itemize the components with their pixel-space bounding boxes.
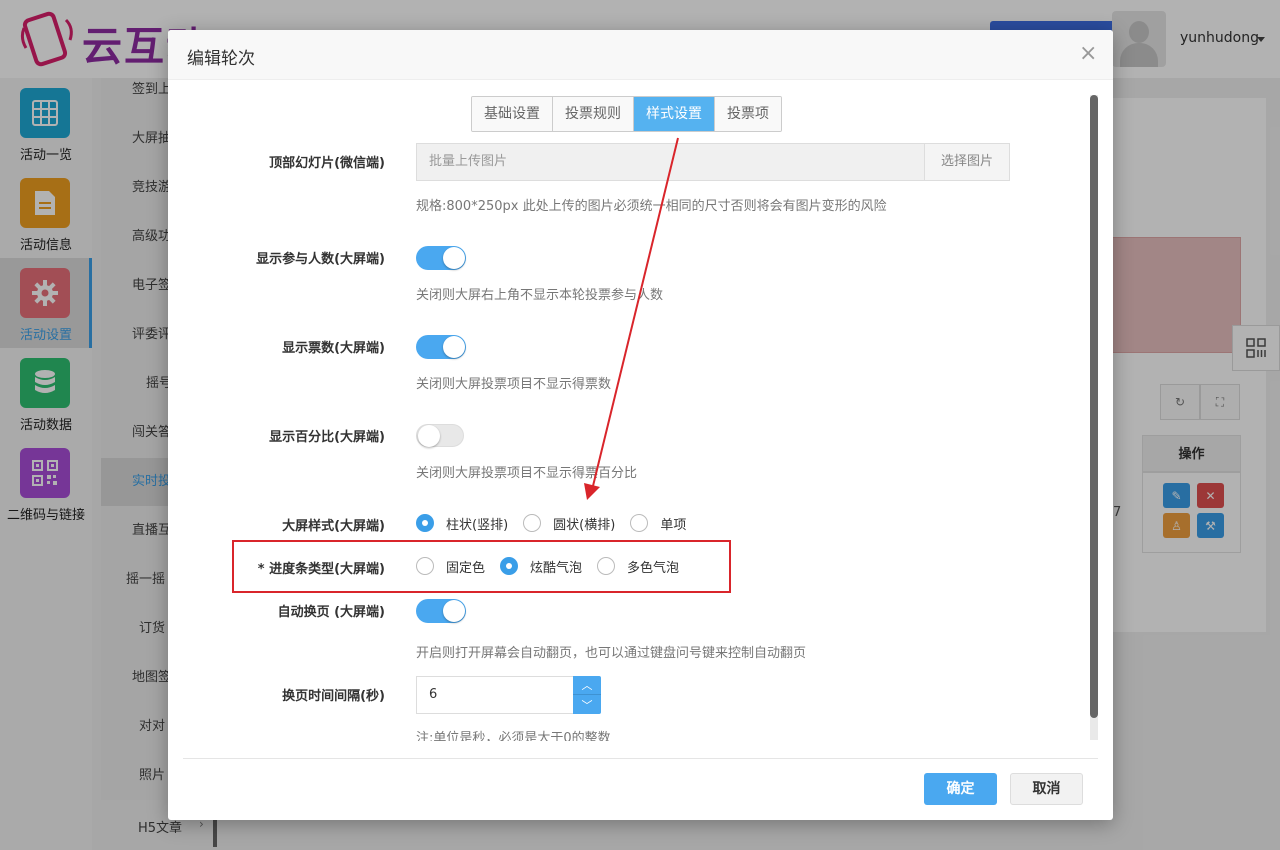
radio-option[interactable]: 圆状(横排): [523, 514, 615, 533]
modal-scrollbar[interactable]: [1090, 95, 1098, 740]
upload-images-input[interactable]: 批量上传图片: [416, 143, 924, 181]
progress-type-label: * 进度条类型(大屏端): [257, 562, 385, 577]
radio-checked-icon[interactable]: [500, 557, 519, 575]
radio-label: 炫酷气泡: [530, 560, 583, 576]
radio-option[interactable]: 柱状(竖排): [416, 514, 508, 533]
radio-option[interactable]: 单项: [630, 514, 686, 533]
radio-unchecked-icon[interactable]: [523, 514, 542, 532]
auto-page-label: 自动换页 (大屏端): [277, 605, 385, 620]
modal-scrollbar-thumb[interactable]: [1090, 95, 1098, 718]
modal-header: 编辑轮次 ×: [168, 30, 1113, 80]
show-participants-label: 显示参与人数(大屏端): [256, 252, 385, 267]
show-percent-toggle[interactable]: [416, 424, 464, 447]
tab-vote-items[interactable]: 投票项: [715, 97, 781, 131]
radio-label: 柱状(竖排): [446, 517, 509, 533]
page-interval-spinner: ︿ ﹀: [573, 676, 601, 714]
show-votes-hint: 关闭则大屏投票项目不显示得票数: [416, 377, 612, 392]
show-percent-label: 显示百分比(大屏端): [269, 430, 385, 445]
radio-unchecked-icon[interactable]: [597, 557, 616, 575]
slides-label: 顶部幻灯片(微信端): [269, 156, 385, 171]
show-participants-toggle[interactable]: [416, 246, 466, 270]
show-percent-hint: 关闭则大屏投票项目不显示得票百分比: [416, 466, 638, 481]
show-votes-label: 显示票数(大屏端): [282, 341, 385, 356]
chevron-up-icon[interactable]: ︿: [573, 676, 601, 695]
show-participants-hint: 关闭则大屏右上角不显示本轮投票参与人数: [416, 288, 664, 303]
auto-page-hint: 开启则打开屏幕会自动翻页，也可以通过键盘问号键来控制自动翻页: [416, 646, 807, 661]
radio-label: 固定色: [446, 560, 486, 576]
auto-page-toggle[interactable]: [416, 599, 466, 623]
radio-option[interactable]: 固定色: [416, 557, 485, 576]
show-votes-toggle[interactable]: [416, 335, 466, 359]
radio-unchecked-icon[interactable]: [630, 514, 649, 532]
choose-image-button[interactable]: 选择图片: [924, 143, 1010, 181]
radio-label: 圆状(横排): [553, 517, 616, 533]
screen-style-label: 大屏样式(大屏端): [282, 519, 385, 534]
modal-footer-divider: [183, 758, 1098, 759]
confirm-button[interactable]: 确定: [924, 773, 997, 805]
progress-type-radio-group: 固定色 炫酷气泡 多色气泡: [416, 556, 694, 576]
tab-style[interactable]: 样式设置: [634, 97, 715, 131]
radio-option[interactable]: 多色气泡: [597, 557, 679, 576]
radio-checked-icon[interactable]: [416, 514, 434, 532]
chevron-down-icon[interactable]: ﹀: [573, 695, 601, 714]
tab-basic[interactable]: 基础设置: [472, 97, 553, 131]
cancel-button[interactable]: 取消: [1010, 773, 1083, 805]
page-interval-input[interactable]: 6: [416, 676, 575, 714]
page-interval-hint: 注:单位是秒，必须是大于0的整数: [416, 731, 611, 741]
page-interval-label: 换页时间间隔(秒): [282, 689, 385, 704]
radio-option[interactable]: 炫酷气泡: [500, 557, 582, 576]
close-icon[interactable]: ×: [1079, 43, 1097, 65]
modal-title: 编辑轮次: [187, 49, 255, 69]
edit-round-modal: 编辑轮次 × 基础设置 投票规则 样式设置 投票项 顶部幻灯片(微信端) 批量上…: [168, 30, 1113, 820]
settings-tabs: 基础设置 投票规则 样式设置 投票项: [471, 96, 782, 132]
radio-label: 单项: [660, 517, 687, 533]
slides-hint: 规格:800*250px 此处上传的图片必须统一相同的尺寸否则将会有图片变形的风…: [416, 199, 887, 214]
tab-vote-rules[interactable]: 投票规则: [553, 97, 634, 131]
radio-unchecked-icon[interactable]: [416, 557, 434, 575]
screen-style-radio-group: 柱状(竖排) 圆状(横排) 单项: [416, 513, 701, 533]
radio-label: 多色气泡: [627, 560, 680, 576]
